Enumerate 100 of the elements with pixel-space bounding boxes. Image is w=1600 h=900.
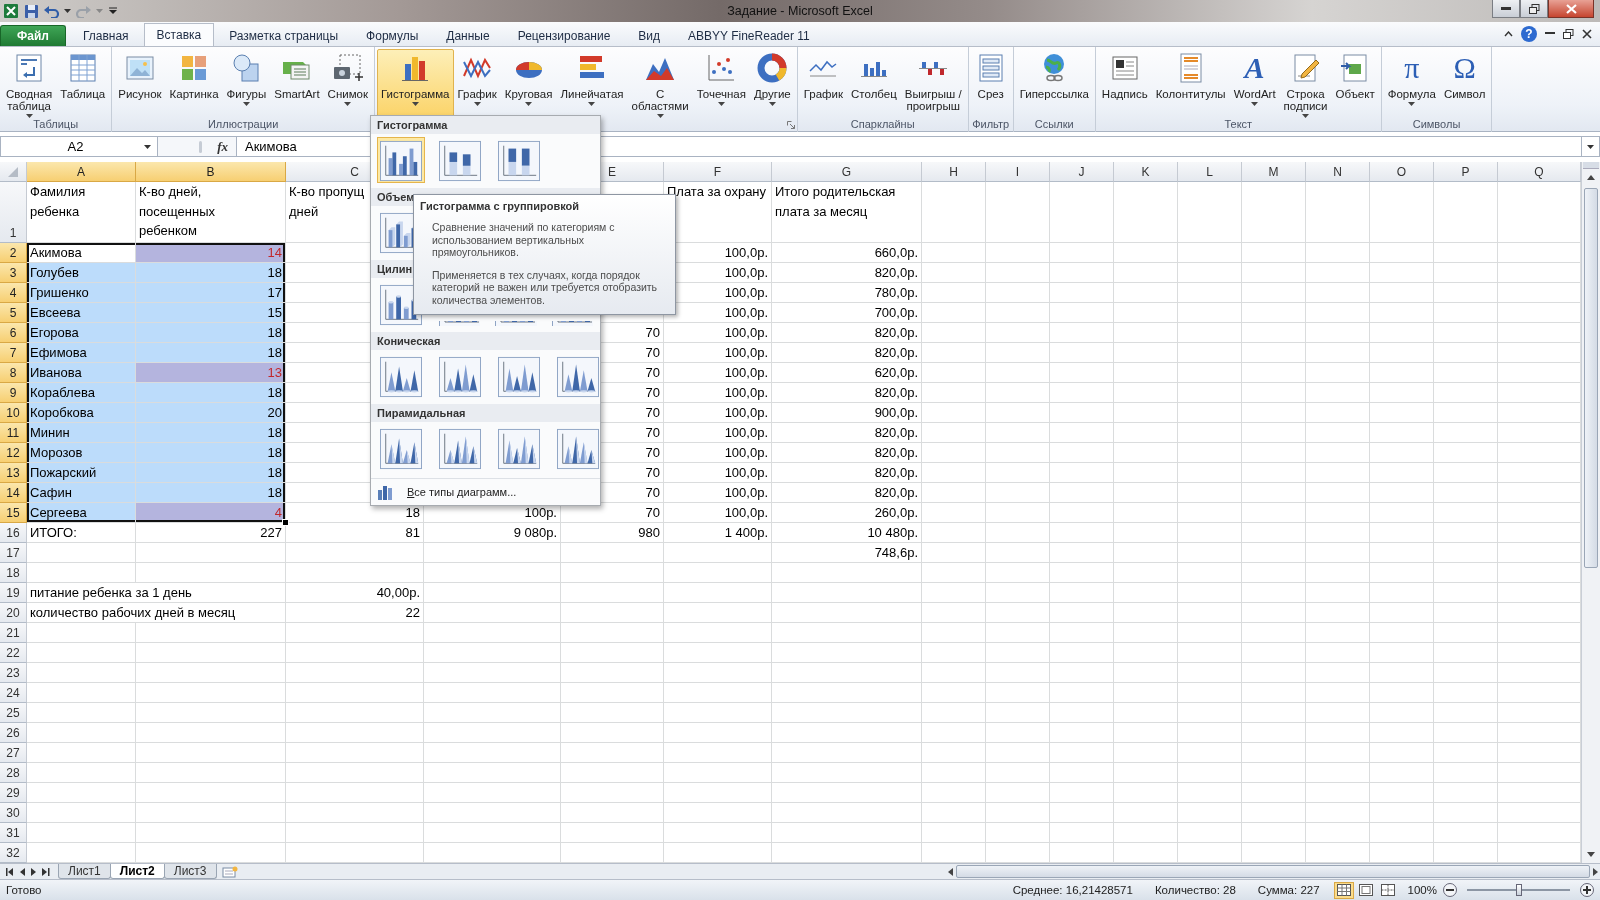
ribbon-button[interactable]: Линейчатая [556,49,628,117]
function-label[interactable]: fx [217,138,228,155]
close-button[interactable] [1548,0,1594,18]
minimize-button[interactable] [1492,0,1520,18]
row-header[interactable]: 19 [0,583,27,603]
slider-thumb[interactable] [1515,884,1522,896]
column-header[interactable]: P [1434,162,1498,182]
row-header[interactable]: 28 [0,763,27,783]
row-header[interactable]: 11 [0,423,27,443]
row-header[interactable]: 21 [0,623,27,643]
ribbon-button[interactable]: Выигрыш / проигрыш [900,49,966,117]
ribbon-button[interactable]: π Формула [1383,49,1440,117]
fill-handle[interactable] [282,519,289,526]
row-header[interactable]: 23 [0,663,27,683]
row-header[interactable]: 12 [0,443,27,463]
row-header[interactable]: 13 [0,463,27,483]
ribbon-button[interactable]: Строка подписи [1279,49,1332,117]
column-header[interactable]: L [1178,162,1242,182]
collapse-ribbon-icon[interactable] [1504,31,1513,37]
save-icon[interactable] [24,3,39,19]
ribbon-tab[interactable]: Разметка страницы [216,25,352,46]
row-header[interactable]: 26 [0,723,27,743]
ribbon-button[interactable]: Столбец [847,49,901,117]
column-header[interactable]: A [27,162,136,182]
row-header[interactable]: 20 [0,603,27,623]
customize-toolbar-icon[interactable] [108,6,118,16]
ribbon-button[interactable]: Таблица [56,49,110,117]
row-header[interactable]: 9 [0,383,27,403]
ribbon-tab[interactable]: Рецензирование [504,25,624,46]
ribbon-tab[interactable]: Данные [433,25,503,46]
ribbon-button[interactable]: Ω Символ [1439,49,1490,117]
ribbon-tab[interactable]: ABBYY FineReader 11 [675,25,823,46]
row-header[interactable]: 31 [0,823,27,843]
row-header[interactable]: 8 [0,363,27,383]
spreadsheet-app-icon[interactable] [3,3,19,19]
ribbon-button[interactable]: Рисунок [114,49,166,117]
row-header[interactable]: 32 [0,843,27,863]
column-header[interactable]: K [1114,162,1178,182]
row-header[interactable]: 5 [0,303,27,323]
sheet-tab[interactable]: Лист3 [163,864,217,879]
menu-item[interactable]: Все типы диаграмм... [407,486,517,498]
scroll-up-icon[interactable] [1587,175,1595,180]
scrollbar-thumb[interactable] [1584,188,1598,568]
close-icon[interactable] [1582,29,1592,39]
scroll-left-icon[interactable] [948,867,953,876]
view-button[interactable] [1333,881,1354,899]
row-header[interactable]: 25 [0,703,27,723]
row-header[interactable]: 24 [0,683,27,703]
scroll-right-icon[interactable] [1593,867,1598,876]
ribbon-tab[interactable]: Вид [625,25,674,46]
zoom-level[interactable]: 100% [1407,884,1437,896]
ribbon-button[interactable]: Объект [1331,49,1379,117]
ribbon-button[interactable]: Картинка [165,49,223,117]
row-header[interactable]: 7 [0,343,27,363]
ribbon-button[interactable]: Надпись [1097,49,1152,117]
ribbon-button[interactable]: График [799,49,848,117]
ribbon-tab[interactable]: Главная [69,25,142,46]
file-tab[interactable]: Файл [0,25,66,46]
column-header[interactable]: Q [1498,162,1581,182]
restore-button[interactable] [1520,0,1548,18]
row-header[interactable]: 22 [0,643,27,663]
row-header[interactable]: 14 [0,483,27,503]
scrollbar-thumb[interactable] [956,865,1590,878]
ribbon-button[interactable]: A WordArt [1229,49,1280,117]
row-header[interactable]: 18 [0,563,27,583]
ribbon-button[interactable]: Точечная [692,49,750,117]
column-header[interactable]: H [922,162,986,182]
ribbon-button[interactable]: Срез [970,49,1011,117]
column-header[interactable]: M [1242,162,1306,182]
first-sheet-icon[interactable] [6,867,14,876]
row-header[interactable]: 2 [0,243,27,263]
ribbon-button[interactable]: С областями [627,49,693,117]
column-header[interactable]: F [664,162,772,182]
column-header[interactable]: I [986,162,1050,182]
ribbon-button[interactable]: Другие [749,49,795,117]
minimize-icon[interactable] [1545,32,1555,36]
dialog-launcher-icon[interactable] [786,121,795,129]
row-header[interactable]: 17 [0,543,27,563]
row-header[interactable]: 27 [0,743,27,763]
ribbon-button[interactable]: SmartArt [270,49,324,117]
zoom-in-button[interactable] [1580,883,1594,897]
undo-icon[interactable] [44,4,59,18]
ribbon-button[interactable]: Гистограмма [377,49,454,117]
column-header[interactable]: N [1306,162,1370,182]
scroll-down-icon[interactable] [1587,852,1595,857]
ribbon-button[interactable]: Гиперссылка [1015,49,1093,117]
row-header[interactable]: 1 [0,182,27,243]
chart-type-option[interactable] [377,137,425,183]
column-header[interactable]: G [772,162,922,182]
next-sheet-icon[interactable] [31,867,36,876]
ribbon-button[interactable]: Фигуры [222,49,271,117]
previous-sheet-icon[interactable] [20,867,25,876]
restore-icon[interactable] [1563,29,1574,39]
column-header[interactable]: O [1370,162,1434,182]
help-button[interactable]: ? [1521,26,1537,42]
column-header[interactable]: J [1050,162,1114,182]
ribbon-tab[interactable]: Формулы [353,25,432,46]
row-header[interactable]: 4 [0,283,27,303]
ribbon-button[interactable]: Снимок [323,49,372,117]
ribbon-button[interactable]: График [453,49,501,117]
